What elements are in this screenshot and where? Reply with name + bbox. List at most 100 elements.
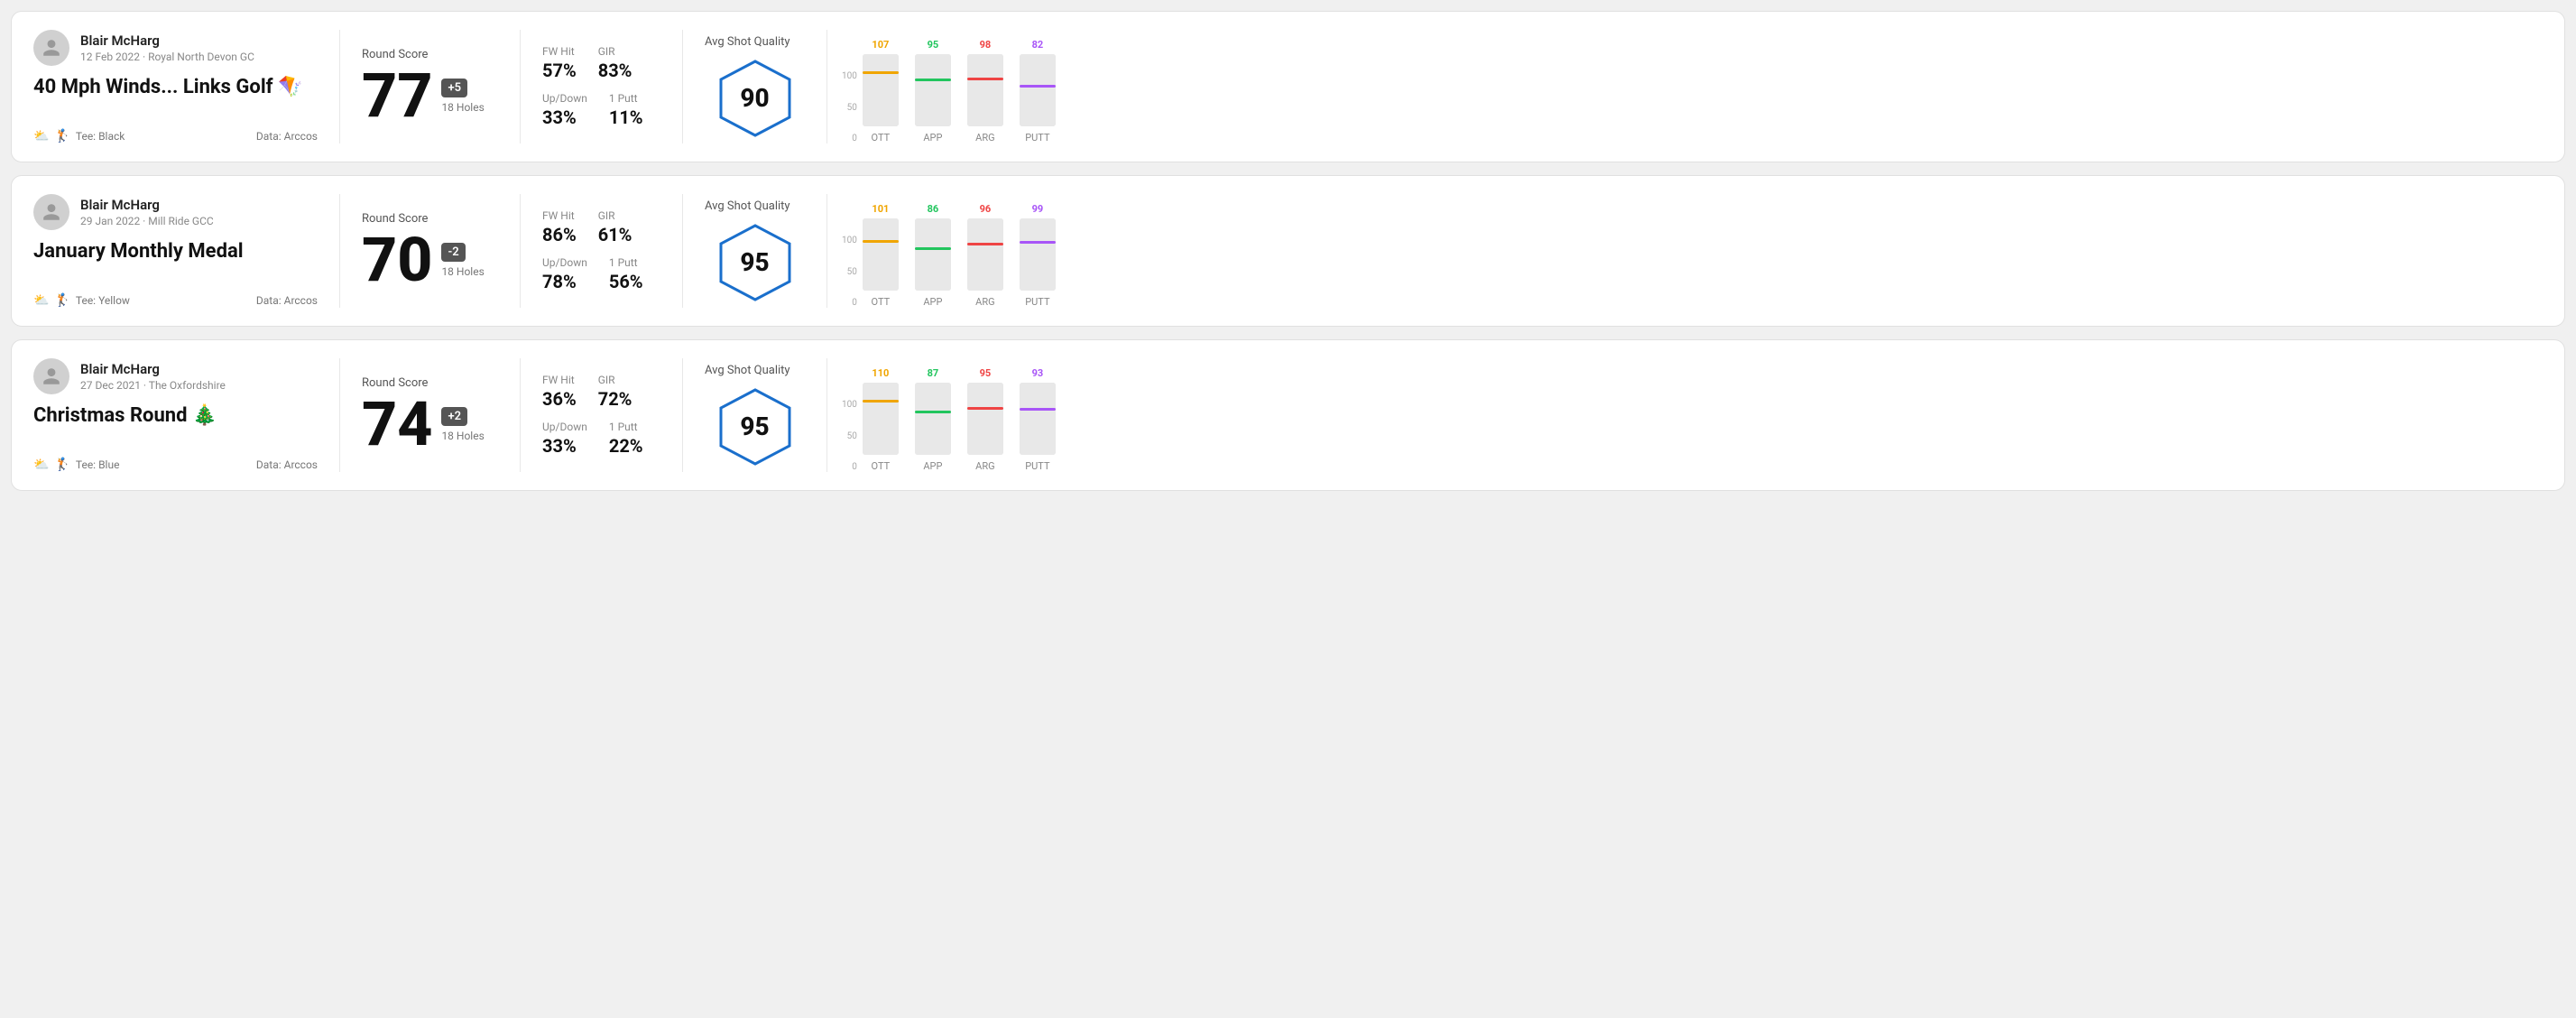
- stats-row-top: FW Hit 57% GIR 83%: [542, 45, 660, 81]
- chart-col-arg: 98 ARG: [967, 39, 1003, 143]
- chart-bar-2: [967, 383, 1003, 455]
- user-details: Blair McHarg 12 Feb 2022 · Royal North D…: [80, 32, 254, 63]
- stats-section-round2: FW Hit 86% GIR 61% Up/Down 78% 1 Putt 56…: [521, 194, 683, 308]
- card-footer: ⛅ 🏌 Tee: Black Data: Arccos: [33, 129, 318, 143]
- stat-one-putt: 1 Putt 11%: [609, 92, 643, 128]
- round-title: 40 Mph Winds... Links Golf 🪁: [33, 75, 318, 101]
- one-putt-value: 22%: [609, 435, 643, 457]
- one-putt-value: 11%: [609, 106, 643, 128]
- chart-section-round3: 100 50 0 110 OTT 87 APP: [827, 358, 2543, 472]
- chart-col-value-1: 87: [928, 367, 939, 379]
- score-row: 70 -2 18 Holes: [362, 229, 498, 291]
- avatar: [33, 194, 69, 230]
- chart-x-label-0: OTT: [872, 460, 891, 472]
- chart-bar-2: [967, 54, 1003, 126]
- score-modifier-group: +2 18 Holes: [441, 406, 484, 442]
- score-badge: +2: [441, 407, 467, 426]
- tee-label: Tee: Black: [76, 130, 125, 143]
- chart-x-label-1: APP: [923, 460, 942, 472]
- stats-row-bottom: Up/Down 33% 1 Putt 11%: [542, 92, 660, 128]
- stats-row-top: FW Hit 86% GIR 61%: [542, 209, 660, 245]
- updown-label: Up/Down: [542, 256, 587, 269]
- y-label-50: 50: [842, 267, 857, 277]
- chart-bar-line-3: [1020, 241, 1056, 244]
- chart-x-label-2: ARG: [975, 132, 994, 143]
- hexagon-container: 95: [705, 222, 805, 303]
- user-details: Blair McHarg 29 Jan 2022 · Mill Ride GCC: [80, 197, 214, 227]
- chart-x-label-0: OTT: [872, 132, 891, 143]
- weather-icon: ⛅: [33, 458, 49, 472]
- one-putt-value: 56%: [609, 271, 643, 292]
- chart-bar-line-3: [1020, 408, 1056, 411]
- score-modifier-group: +5 18 Holes: [441, 78, 484, 114]
- score-modifier-group: -2 18 Holes: [441, 242, 484, 278]
- data-source: Data: Arccos: [256, 130, 318, 143]
- chart-col-value-3: 82: [1032, 39, 1044, 51]
- chart-section-round2: 100 50 0 101 OTT 86 APP: [827, 194, 2543, 308]
- round-card-round2[interactable]: Blair McHarg 29 Jan 2022 · Mill Ride GCC…: [11, 175, 2565, 327]
- round-card-round1[interactable]: Blair McHarg 12 Feb 2022 · Royal North D…: [11, 11, 2565, 162]
- stats-row-top: FW Hit 36% GIR 72%: [542, 374, 660, 410]
- hexagon-value: 95: [740, 247, 769, 277]
- chart-bar-line-1: [915, 79, 951, 81]
- fw-hit-label: FW Hit: [542, 209, 577, 222]
- person-icon: [42, 366, 61, 386]
- chart-col-value-0: 107: [872, 39, 889, 51]
- stat-gir: GIR 61%: [598, 209, 632, 245]
- round-card-round3[interactable]: Blair McHarg 27 Dec 2021 · The Oxfordshi…: [11, 339, 2565, 491]
- y-label-50: 50: [842, 431, 857, 441]
- stats-row-bottom: Up/Down 78% 1 Putt 56%: [542, 256, 660, 292]
- fw-hit-label: FW Hit: [542, 374, 577, 386]
- gir-label: GIR: [598, 45, 632, 58]
- hexagon-container: 95: [705, 386, 805, 467]
- score-holes: 18 Holes: [441, 430, 484, 442]
- weather-icon: ⛅: [33, 129, 49, 143]
- data-source: Data: Arccos: [256, 458, 318, 471]
- chart-y-labels: 100 50 0: [842, 400, 857, 472]
- user-name: Blair McHarg: [80, 32, 254, 49]
- chart-bar-3: [1020, 218, 1056, 291]
- chart-col-putt: 99 PUTT: [1020, 203, 1056, 308]
- y-label-0: 0: [842, 462, 857, 472]
- chart-bar-line-0: [863, 400, 899, 403]
- bag-icon: 🏌: [54, 458, 69, 472]
- one-putt-label: 1 Putt: [609, 421, 643, 433]
- gir-label: GIR: [598, 374, 632, 386]
- chart-x-label-3: PUTT: [1025, 132, 1049, 143]
- chart-bar-2: [967, 218, 1003, 291]
- chart-col-ott: 101 OTT: [863, 203, 899, 308]
- fw-hit-label: FW Hit: [542, 45, 577, 58]
- score-section-round3: Round Score 74 +2 18 Holes: [340, 358, 521, 472]
- chart-col-app: 95 APP: [915, 39, 951, 143]
- hexagon-container: 90: [705, 58, 805, 139]
- chart-y-labels: 100 50 0: [842, 71, 857, 143]
- stat-gir: GIR 72%: [598, 374, 632, 410]
- chart-col-value-3: 93: [1032, 367, 1044, 379]
- stat-updown: Up/Down 78%: [542, 256, 587, 292]
- stat-fw-hit: FW Hit 36%: [542, 374, 577, 410]
- user-name: Blair McHarg: [80, 197, 214, 213]
- chart-col-putt: 82 PUTT: [1020, 39, 1056, 143]
- user-details: Blair McHarg 27 Dec 2021 · The Oxfordshi…: [80, 361, 226, 392]
- fw-hit-value: 57%: [542, 60, 577, 81]
- card-left-round1: Blair McHarg 12 Feb 2022 · Royal North D…: [33, 30, 340, 143]
- y-label-100: 100: [842, 236, 857, 245]
- hexagon-value: 90: [740, 83, 769, 113]
- chart-y-labels: 100 50 0: [842, 236, 857, 308]
- quality-label: Avg Shot Quality: [705, 364, 790, 377]
- chart-col-app: 86 APP: [915, 203, 951, 308]
- chart-with-axis: 100 50 0 107 OTT 95 APP: [842, 30, 2528, 143]
- chart-x-label-0: OTT: [872, 296, 891, 308]
- user-info: Blair McHarg 27 Dec 2021 · The Oxfordshi…: [33, 358, 318, 394]
- tee-info: ⛅ 🏌 Tee: Yellow: [33, 293, 130, 308]
- updown-label: Up/Down: [542, 92, 587, 105]
- user-info: Blair McHarg 12 Feb 2022 · Royal North D…: [33, 30, 318, 66]
- chart-bar-1: [915, 54, 951, 126]
- score-badge: +5: [441, 79, 467, 97]
- card-footer: ⛅ 🏌 Tee: Blue Data: Arccos: [33, 458, 318, 472]
- stat-fw-hit: FW Hit 57%: [542, 45, 577, 81]
- stat-one-putt: 1 Putt 22%: [609, 421, 643, 457]
- chart-area: 110 OTT 87 APP 95: [863, 358, 1056, 472]
- chart-bar-line-1: [915, 411, 951, 413]
- chart-x-label-2: ARG: [975, 460, 994, 472]
